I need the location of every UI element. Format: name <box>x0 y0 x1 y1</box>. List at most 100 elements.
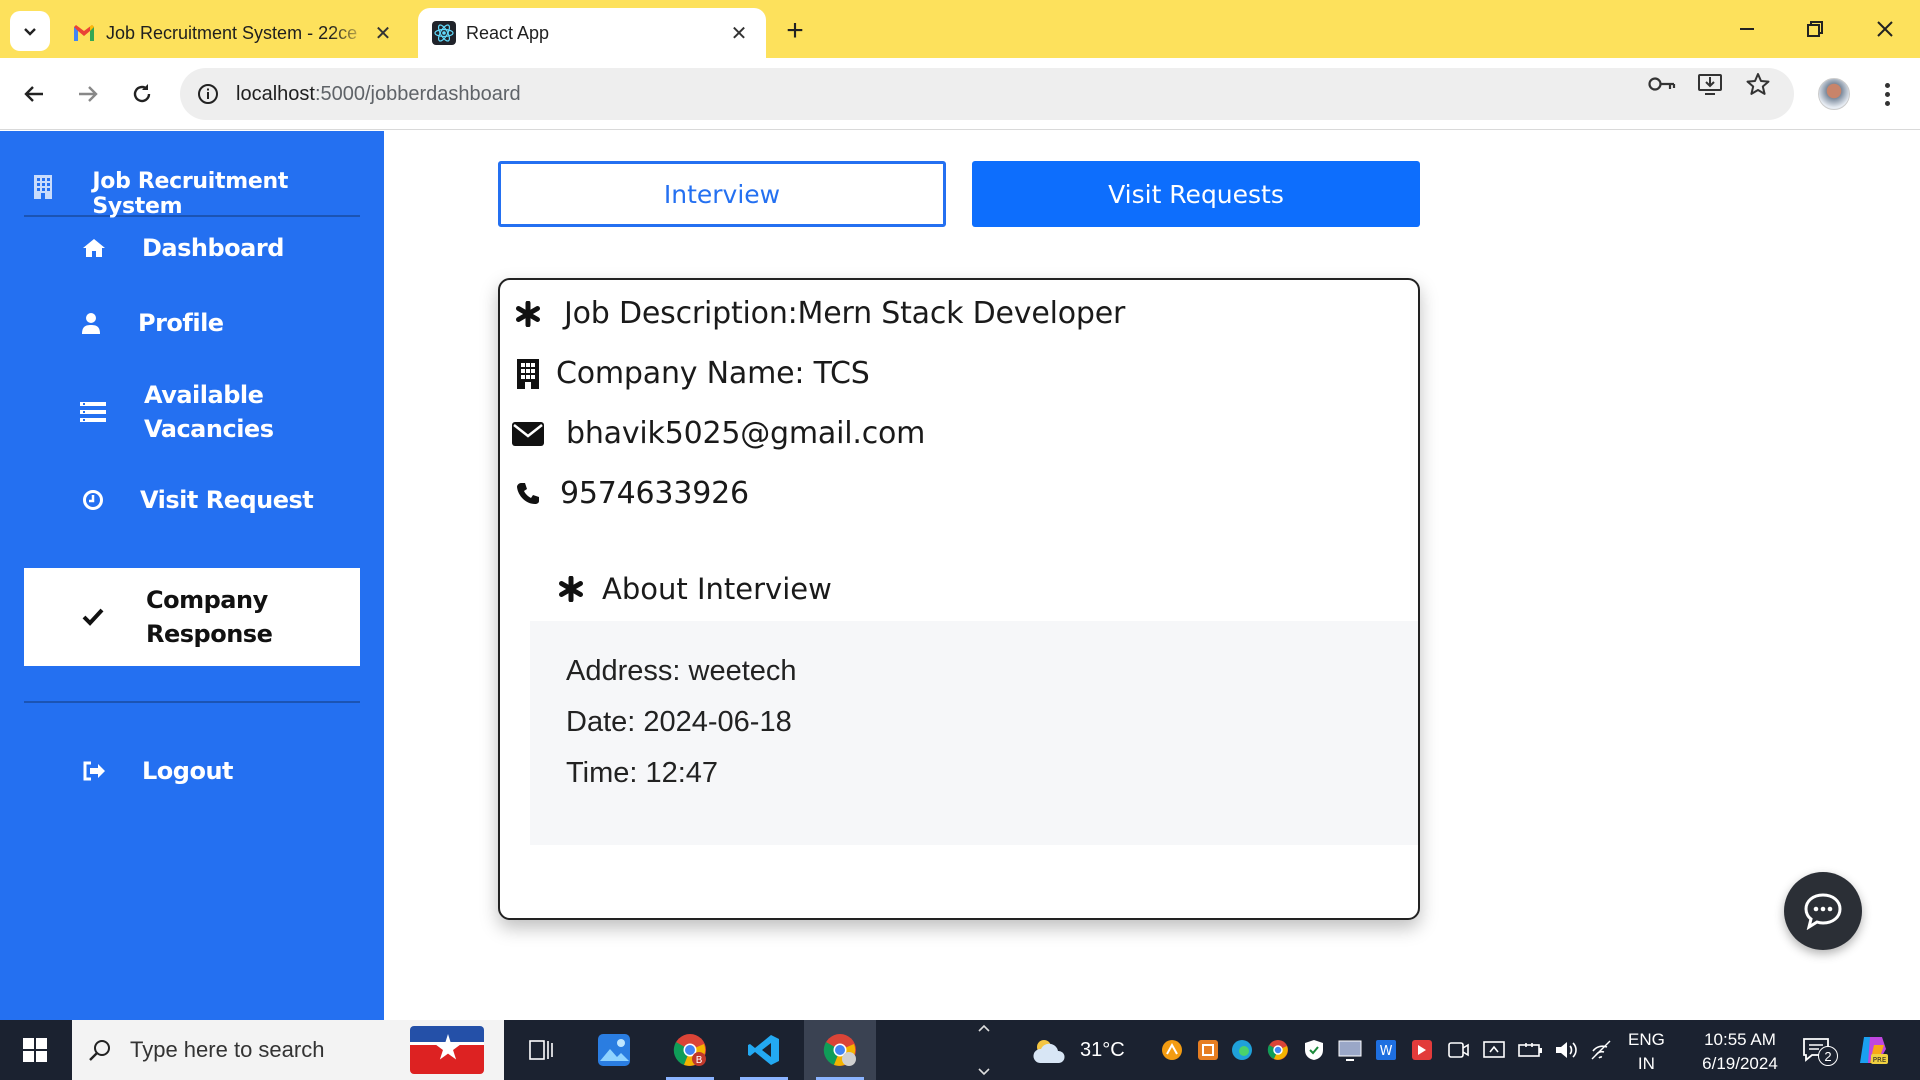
back-button[interactable] <box>14 74 54 114</box>
restore-button[interactable] <box>1790 8 1840 50</box>
task-view-button[interactable] <box>504 1020 576 1080</box>
sidebar-item-profile[interactable]: Profile <box>24 290 360 356</box>
tab-title: Job Recruitment System - 22ce <box>106 22 358 43</box>
weather-temp: 31°C <box>1080 1038 1125 1061</box>
tray-app-icon-2[interactable] <box>1196 1038 1220 1062</box>
sidebar-item-company-response[interactable]: Company Response <box>24 568 360 666</box>
notification-center-button[interactable]: 2 <box>1796 1032 1838 1068</box>
site-info-icon[interactable] <box>188 74 228 114</box>
start-button[interactable] <box>0 1020 70 1080</box>
chrome-icon <box>823 1034 856 1066</box>
minimize-button[interactable] <box>1722 8 1772 50</box>
windows-logo-icon <box>23 1038 47 1062</box>
sidebar-item-dashboard[interactable]: Dashboard <box>24 215 360 281</box>
edge-icon[interactable] <box>1230 1038 1254 1062</box>
sidebar-brand: Job Recruitment System <box>24 163 360 219</box>
sidebar-item-visit-request[interactable]: Visit Request <box>24 467 360 533</box>
sidebar-item-logout[interactable]: Logout <box>24 738 360 804</box>
company-response-card: Job Description:Mern Stack Developer Com… <box>498 278 1420 920</box>
tray-app-icon-1[interactable] <box>1160 1038 1184 1062</box>
clock-date: 6/19/2024 <box>1702 1054 1778 1073</box>
building-icon <box>34 175 72 203</box>
profile-avatar[interactable] <box>1818 78 1850 110</box>
search-icon <box>88 1038 118 1062</box>
company-name-row: Company Name: TCS <box>508 356 870 391</box>
tab-title: React App <box>466 22 550 43</box>
input-language[interactable]: ENG IN <box>1628 1028 1665 1076</box>
url-path: :5000/jobberdashboard <box>314 82 521 105</box>
reload-icon <box>133 84 151 103</box>
address-bar[interactable]: localhost:5000/jobberdashboard <box>180 68 1794 120</box>
brand-title: Job Recruitment System <box>92 169 289 219</box>
taskbar-search[interactable]: Type here to search <box>72 1020 504 1080</box>
tab-search-button[interactable] <box>10 11 50 51</box>
browser-tab-react-app[interactable]: React App ✕ <box>418 8 766 58</box>
sidebar-divider <box>24 701 360 703</box>
check-icon <box>82 608 146 626</box>
task-view-icon <box>529 1040 553 1060</box>
display-icon[interactable] <box>1338 1038 1362 1062</box>
main-content: Interview Visit Requests Job Description… <box>384 131 1920 1020</box>
sidebar-item-label: Visit Request <box>140 486 314 514</box>
system-clock[interactable]: 10:55 AM 6/19/2024 <box>1680 1028 1800 1076</box>
sidebar-item-label: Profile <box>138 309 224 337</box>
tray-app-icon-w[interactable]: W <box>1374 1038 1398 1062</box>
chat-button[interactable] <box>1784 872 1862 950</box>
close-tab-icon[interactable]: ✕ <box>370 20 396 46</box>
weather-widget[interactable]: 31°C <box>1030 1020 1125 1080</box>
url-text: localhost:5000/jobberdashboard <box>236 83 521 106</box>
browser-menu-icon[interactable] <box>1870 74 1904 114</box>
security-shield-icon[interactable] <box>1302 1038 1326 1062</box>
envelope-icon <box>508 421 548 446</box>
close-tab-icon[interactable]: ✕ <box>726 20 752 46</box>
gmail-icon <box>72 21 96 45</box>
copilot-icon: PRE <box>1860 1037 1888 1064</box>
clock-time: 10:55 AM <box>1704 1030 1776 1049</box>
battery-icon[interactable] <box>1518 1038 1542 1062</box>
home-icon <box>82 238 142 258</box>
forward-button[interactable] <box>68 74 108 114</box>
sidebar-item-available-vacancies[interactable]: Available Vacancies <box>24 367 360 457</box>
tray-app-icon-screen[interactable] <box>1482 1038 1506 1062</box>
taskbar-vscode[interactable] <box>728 1020 800 1080</box>
star-bookmark-icon[interactable] <box>1738 64 1778 104</box>
lang-code: ENG <box>1628 1030 1665 1049</box>
browser-toolbar: localhost:5000/jobberdashboard <box>0 58 1920 130</box>
new-tab-button[interactable]: + <box>778 14 812 48</box>
close-window-button[interactable] <box>1860 8 1910 50</box>
minimize-icon <box>1740 28 1754 30</box>
arrow-left-icon <box>24 86 43 102</box>
install-app-icon[interactable] <box>1690 64 1730 104</box>
vscode-icon <box>748 1035 779 1065</box>
taskbar-chrome-active[interactable] <box>804 1020 876 1080</box>
interview-button[interactable]: Interview <box>498 161 946 227</box>
browser-tab-gmail[interactable]: Job Recruitment System - 22ce ✕ <box>58 8 410 58</box>
network-icon[interactable] <box>1590 1038 1614 1062</box>
volume-icon[interactable] <box>1554 1038 1578 1062</box>
taskbar-scroll[interactable] <box>972 1024 996 1076</box>
sidebar-item-label: Company Response <box>146 586 273 648</box>
company-name-text: Company Name: TCS <box>556 356 870 391</box>
browser-tab-bar: Job Recruitment System - 22ce ✕ React Ap… <box>0 0 1920 58</box>
chevron-down-icon <box>24 28 36 36</box>
visit-requests-button[interactable]: Visit Requests <box>972 161 1420 227</box>
list-icon <box>80 402 144 422</box>
taskbar-photos-app[interactable] <box>578 1020 650 1080</box>
chrome-tray-icon[interactable] <box>1266 1038 1290 1062</box>
tray-app-icon-red[interactable] <box>1410 1038 1434 1062</box>
tray-app-icon-meet[interactable] <box>1446 1038 1470 1062</box>
phone-row: 9574633926 <box>508 476 749 511</box>
sidebar: Job Recruitment System Dashboard Profile… <box>0 131 384 1020</box>
reload-button[interactable] <box>122 74 162 114</box>
photos-icon <box>598 1034 630 1066</box>
close-icon <box>1877 21 1893 37</box>
restore-icon <box>1807 21 1823 37</box>
taskbar-chrome-profile-b[interactable]: B <box>654 1020 726 1080</box>
svg-text:B: B <box>696 1055 703 1066</box>
windows-taskbar: Type here to search B 31°C W ENG IN 10:5… <box>0 1020 1920 1080</box>
about-interview-panel: Address: weetech Date: 2024-06-18 Time: … <box>530 621 1418 845</box>
chevron-down-icon <box>978 1068 990 1076</box>
password-key-icon[interactable] <box>1642 64 1682 104</box>
copilot-button[interactable]: PRE <box>1852 1032 1892 1068</box>
job-description-text: Job Description:Mern Stack Developer <box>564 296 1126 331</box>
